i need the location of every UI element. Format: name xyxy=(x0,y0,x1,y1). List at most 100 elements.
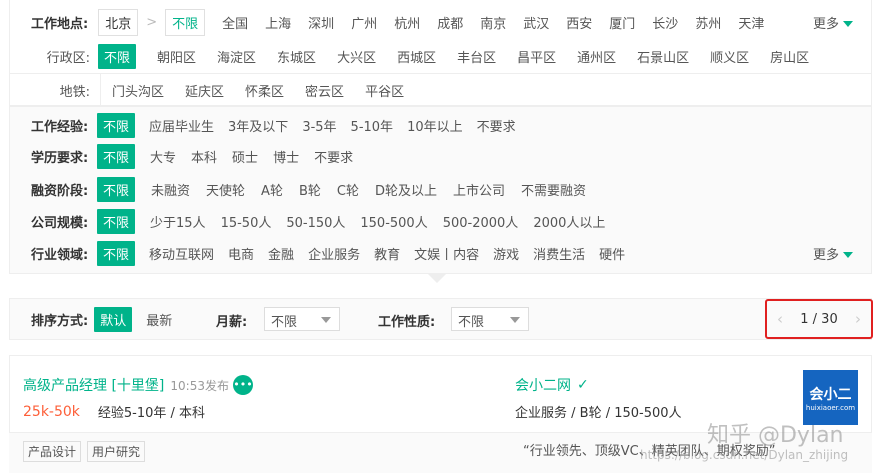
experience-option[interactable]: 应届毕业生 xyxy=(149,116,214,135)
district-option[interactable]: 密云区 xyxy=(305,81,344,100)
job-title[interactable]: 高级产品经理 [十里堡] xyxy=(23,375,164,395)
chat-icon[interactable]: ••• xyxy=(232,375,253,395)
next-page-icon[interactable]: › xyxy=(855,310,861,328)
funding-option[interactable]: 未融资 xyxy=(151,180,190,199)
funding-option[interactable]: 不需要融资 xyxy=(521,180,586,199)
city-option[interactable]: 厦门 xyxy=(609,13,635,32)
education-option[interactable]: 不限 xyxy=(97,143,136,169)
industry-option[interactable]: 消费生活 xyxy=(533,244,585,263)
district-option[interactable]: 不限 xyxy=(98,43,137,69)
company-row: 会小二网 ✓ xyxy=(515,375,589,395)
district-option[interactable]: 大兴区 xyxy=(337,47,376,66)
district-option[interactable]: 平谷区 xyxy=(365,81,404,100)
city-option[interactable]: 天津 xyxy=(738,13,764,32)
funding-option[interactable]: B轮 xyxy=(299,180,321,199)
salary-label: 月薪: xyxy=(216,315,248,330)
prev-page-icon[interactable]: ‹ xyxy=(777,310,783,328)
industry-option[interactable]: 文娱丨内容 xyxy=(414,244,479,263)
district-option[interactable]: 顺义区 xyxy=(710,47,749,66)
funding-option[interactable]: 天使轮 xyxy=(206,180,245,199)
industry-option[interactable]: 硬件 xyxy=(599,244,625,263)
city-option[interactable]: 全国 xyxy=(222,13,248,32)
city-option[interactable]: 西安 xyxy=(566,13,592,32)
city-option[interactable]: 武汉 xyxy=(523,13,549,32)
education-option[interactable]: 硕士 xyxy=(232,147,258,166)
size-option[interactable]: 不限 xyxy=(97,208,136,234)
city-option[interactable]: 上海 xyxy=(265,13,291,32)
city-option[interactable]: 南京 xyxy=(480,13,506,32)
district-option[interactable]: 延庆区 xyxy=(185,81,224,100)
caret-down-icon xyxy=(321,317,331,323)
industry-option[interactable]: 企业服务 xyxy=(308,244,360,263)
district-option[interactable]: 房山区 xyxy=(770,47,809,66)
district-option[interactable]: 朝阳区 xyxy=(157,47,196,66)
district-option[interactable]: 东城区 xyxy=(277,47,316,66)
city-option[interactable]: 杭州 xyxy=(394,13,420,32)
district-option[interactable]: 通州区 xyxy=(577,47,616,66)
city-option[interactable]: 长沙 xyxy=(652,13,678,32)
size-option[interactable]: 150-500人 xyxy=(360,212,427,231)
district-label: 行政区: xyxy=(46,50,90,66)
education-option[interactable]: 大专 xyxy=(150,147,176,166)
divider xyxy=(9,73,872,74)
funding-option[interactable]: 不限 xyxy=(97,176,136,202)
size-option[interactable]: 15-50人 xyxy=(221,212,272,231)
district-option[interactable]: 昌平区 xyxy=(517,47,556,66)
location-row: 工作地点: 北京 > 不限 全国 上海 深圳 广州 杭州 成都 南京 武汉 西安 厦门 长沙 苏州 天津 xyxy=(31,7,781,37)
industry-option[interactable]: 游戏 xyxy=(493,244,519,263)
salary-value: 不限 xyxy=(271,315,298,330)
city-option[interactable]: 不限 xyxy=(165,8,206,36)
watermark-url: https://blog.csdn.net/Dylan_zhijing xyxy=(640,448,849,462)
funding-option[interactable]: C轮 xyxy=(337,180,359,199)
district-option[interactable]: 门头沟区 xyxy=(112,81,164,100)
funding-option[interactable]: A轮 xyxy=(261,180,283,199)
education-row: 学历要求: 不限 大专 本科 硕士 博士 不要求 xyxy=(31,141,368,171)
experience-option[interactable]: 3年及以下 xyxy=(228,116,288,135)
education-option[interactable]: 博士 xyxy=(273,147,299,166)
industry-more[interactable]: 更多 xyxy=(813,238,854,268)
education-option[interactable]: 不要求 xyxy=(314,147,353,166)
size-option[interactable]: 2000人以上 xyxy=(533,212,605,231)
district-option[interactable]: 海淀区 xyxy=(217,47,256,66)
industry-option[interactable]: 移动互联网 xyxy=(149,244,214,263)
pager: ‹ 1 / 30 › xyxy=(765,299,873,339)
city-option[interactable]: 成都 xyxy=(437,13,463,32)
collapse-arrow-icon[interactable] xyxy=(428,274,446,283)
district-option[interactable]: 丰台区 xyxy=(457,47,496,66)
industry-option[interactable]: 电商 xyxy=(228,244,254,263)
current-city[interactable]: 北京 xyxy=(98,8,139,36)
district-option[interactable]: 西城区 xyxy=(397,47,436,66)
experience-option[interactable]: 10年以上 xyxy=(407,116,463,135)
size-option[interactable]: 50-150人 xyxy=(286,212,345,231)
experience-option[interactable]: 不要求 xyxy=(477,116,516,135)
industry-option[interactable]: 教育 xyxy=(374,244,400,263)
page-indicator: 1 / 30 xyxy=(800,311,838,327)
experience-option[interactable]: 5-10年 xyxy=(351,116,394,135)
funding-option[interactable]: 上市公司 xyxy=(453,180,505,199)
city-option[interactable]: 深圳 xyxy=(308,13,334,32)
company-name[interactable]: 会小二网 xyxy=(515,375,571,395)
size-option[interactable]: 少于15人 xyxy=(150,212,206,231)
experience-option[interactable]: 3-5年 xyxy=(302,116,336,135)
subway-tab[interactable]: 地铁: xyxy=(16,81,90,100)
education-label: 学历要求: xyxy=(31,150,89,166)
industry-row: 行业领域: 不限 移动互联网 电商 金融 企业服务 教育 文娱丨内容 游戏 消费生活 硬件 xyxy=(31,238,639,268)
sort-option[interactable]: 最新 xyxy=(146,310,172,329)
funding-option[interactable]: D轮及以上 xyxy=(375,180,437,199)
salary-select[interactable]: 不限 xyxy=(264,307,340,331)
district-option[interactable]: 石景山区 xyxy=(637,47,689,66)
location-more[interactable]: 更多 xyxy=(813,7,854,37)
location-label: 工作地点: xyxy=(31,16,89,32)
industry-option[interactable]: 金融 xyxy=(268,244,294,263)
jobtype-select[interactable]: 不限 xyxy=(451,307,529,331)
city-option[interactable]: 苏州 xyxy=(695,13,721,32)
size-option[interactable]: 500-2000人 xyxy=(443,212,519,231)
sort-option[interactable]: 默认 xyxy=(94,306,133,332)
district-option[interactable]: 怀柔区 xyxy=(245,81,284,100)
experience-option[interactable]: 不限 xyxy=(97,112,136,138)
education-option[interactable]: 本科 xyxy=(191,147,217,166)
city-option[interactable]: 广州 xyxy=(351,13,377,32)
district-row-2: 地铁: 门头沟区 延庆区 怀柔区 密云区 平谷区 xyxy=(16,75,425,105)
more-label: 更多 xyxy=(813,247,840,263)
industry-option[interactable]: 不限 xyxy=(97,240,136,266)
